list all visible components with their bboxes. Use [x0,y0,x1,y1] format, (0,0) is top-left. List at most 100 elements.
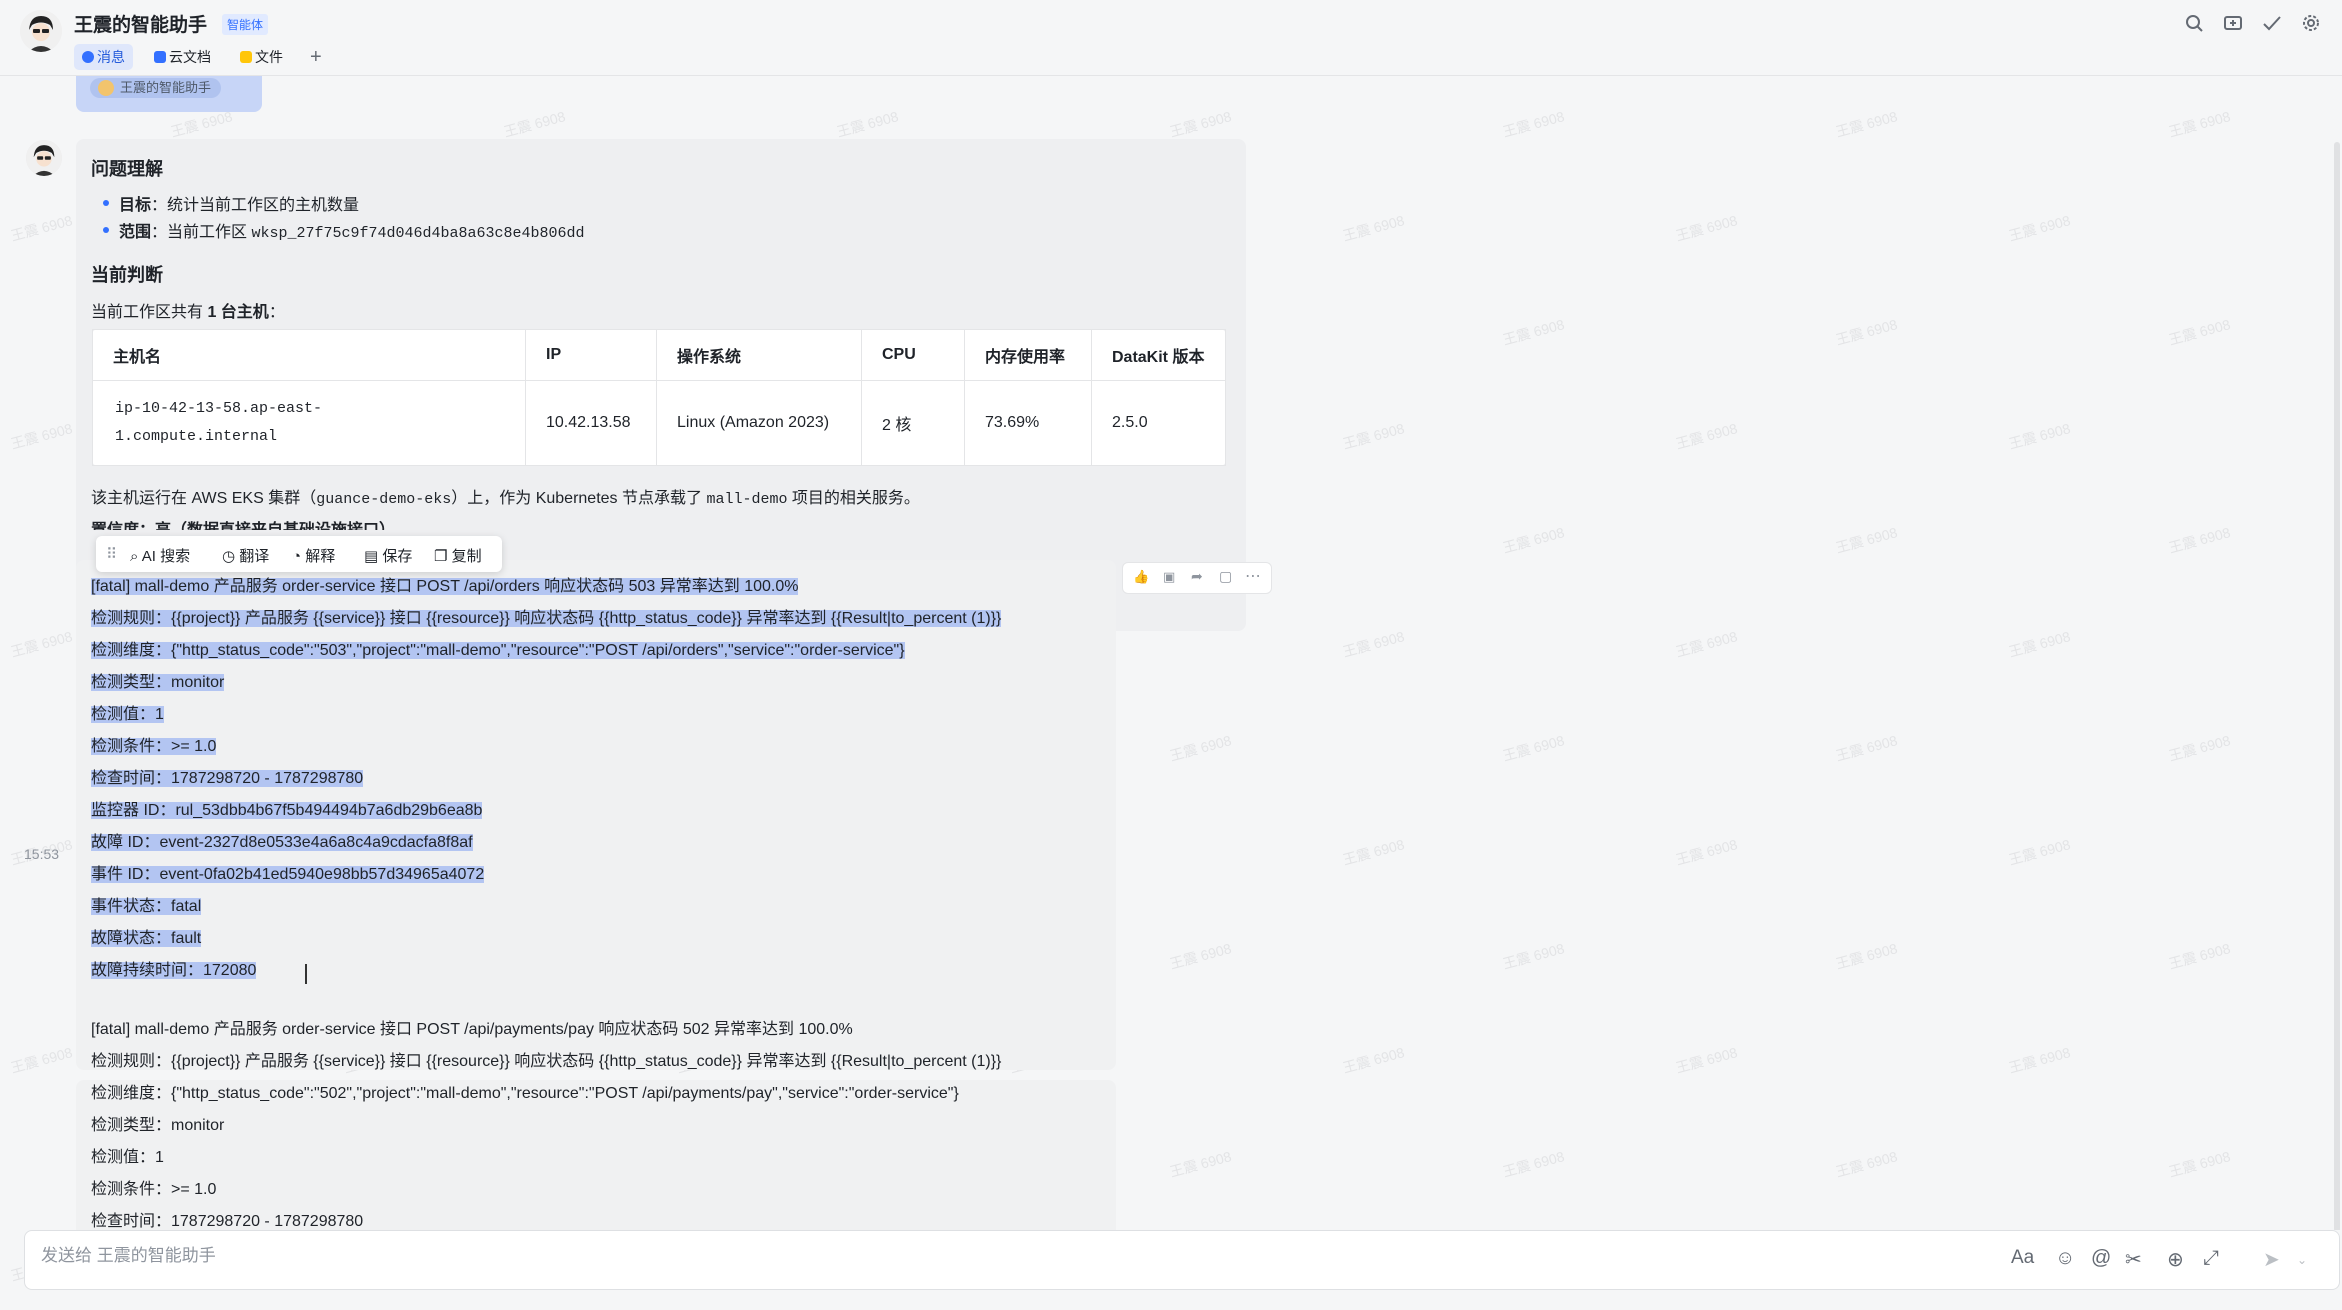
alert-line: 事件 ID：event-0fa02b41ed5940e98bb57d34965a… [91,860,485,884]
alert-line-text: 监控器 ID：rul_53dbb4b67f5b494494b7a6db29b6e… [91,802,483,819]
tab-label: 云文档 [169,49,211,65]
ai-search-button[interactable]: ⌕ AI 搜索 [130,545,190,566]
bullet-separator: ： [151,197,168,214]
summary-suffix: ： [268,304,285,321]
host-note: 该主机运行在 AWS EKS 集群（guance-demo-eks）上，作为 K… [91,484,920,508]
bullet-dot [103,200,109,206]
bullet-dot [103,227,109,233]
alert-line-text: 事件 ID：event-0fa02b41ed5940e98bb57d34965a… [91,866,485,883]
alert-line: 检测条件：>= 1.0 [91,1175,216,1199]
alert-line-text: 检测规则：{{project}} 产品服务 {{service}} 接口 {{r… [91,610,1002,627]
bot-mini-icon [98,80,114,96]
message-input[interactable] [39,1245,1243,1267]
chat-header: 王震的智能助手 智能体 消息 云文档 文件 + [0,0,2342,76]
alert-line-text: 故障 ID：event-2327d8e0533e4a6a8c4a9cdacfa8… [91,834,473,851]
alert-line: 检测类型：monitor [91,668,225,692]
search-icon: ⌕ [130,548,139,565]
tab-files[interactable]: 文件 [232,44,291,70]
forward-icon[interactable]: ➦ [1191,568,1203,585]
add-tab-button[interactable]: + [302,44,330,70]
alert-line-text: 检测值：1 [91,1149,164,1166]
bullet-label: 目标 [119,197,152,214]
alert-line: 事件状态：fatal [91,892,202,916]
alert-line-text: 检测维度：{"http_status_code":"502","project"… [91,1085,959,1102]
settings-gear-icon[interactable] [2300,12,2322,34]
alert-line: 检查时间：1787298720 - 1787298780 [91,1207,363,1230]
alert-line-text: 检测维度：{"http_status_code":"503","project"… [91,642,905,659]
bullet-separator: ： [151,224,168,241]
mention-chip[interactable]: 王震的智能助手 [90,78,222,98]
alert-line: 检测规则：{{project}} 产品服务 {{service}} 接口 {{r… [91,1047,1001,1071]
copy-button[interactable]: ❐ 复制 [434,545,482,566]
os-cell: Linux (Amazon 2023) [656,380,862,466]
add-plus-icon[interactable]: ⊕ [2167,1247,2184,1272]
message-composer: Aa ☺ @ ✂ ⊕ ⤢ ➤ ⌄ [24,1230,2340,1290]
ip-cell: 10.42.13.58 [525,380,657,466]
chevron-down-icon[interactable]: ⌄ [2297,1253,2307,1267]
save-icon: ▤ [364,548,379,565]
project-code: mall-demo [706,491,788,508]
alert-line-text: 检测条件：>= 1.0 [91,738,217,755]
alert-line: 检测类型：monitor [91,1111,224,1135]
alert-line: [fatal] mall-demo 产品服务 order-service 接口 … [91,572,799,596]
explain-button[interactable]: ◔ 解释 [292,545,335,566]
table-header-cell: CPU [861,329,965,381]
new-chat-icon[interactable] [2222,12,2244,34]
folder-icon [240,51,252,63]
more-icon[interactable]: ⋯ [1245,566,1261,586]
bullet-goal: 目标：统计当前工作区的主机数量 [119,191,359,215]
save-button[interactable]: ▤ 保存 [364,545,412,566]
bot-avatar[interactable] [20,10,62,52]
scissors-icon[interactable]: ✂ [2125,1247,2142,1272]
table-header-cell: DataKit 版本 [1091,329,1226,381]
emoji-icon[interactable]: ☺ [2055,1247,2075,1270]
note-text: 该主机运行在 AWS EKS 集群（ [91,490,317,507]
message-list[interactable]: 王震的智能助手 问题理解 目标：统计当前工作区的主机数量 范围：当前工作区 wk… [0,76,2342,1230]
mention-at-icon[interactable]: @ [2091,1247,2111,1270]
mention-label: 王震的智能助手 [120,80,212,95]
message-actions: 👍 ▣ ➦ ▢ ⋯ [1122,562,1272,594]
table-header-cell: 主机名 [92,329,526,381]
search-icon[interactable] [2183,12,2205,34]
expand-icon[interactable]: ⤢ [2203,1247,2219,1270]
alert-line: 检测值：1 [91,1143,164,1167]
message-timestamp: 15:53 [24,846,60,862]
tab-label: 消息 [97,49,125,65]
translate-button[interactable]: ◷ 翻译 [222,545,269,566]
alert-line-text: 故障持续时间：172080 [91,962,257,979]
alert-line: 故障 ID：event-2327d8e0533e4a6a8c4a9cdacfa8… [91,828,473,852]
alert-line-text: [fatal] mall-demo 产品服务 order-service 接口 … [91,578,799,595]
tab-cloud-docs[interactable]: 云文档 [146,44,219,70]
bullet-scope: 范围：当前工作区 wksp_27f75c9f74d046d4ba8a63c8e4… [119,218,585,242]
cpu-cell: 2 核 [861,380,965,466]
bullet-text: 当前工作区 [167,224,252,241]
thumbs-up-icon[interactable]: 👍 [1133,569,1149,585]
scrollbar[interactable] [2334,142,2340,1230]
font-format-button[interactable]: Aa [2011,1247,2034,1269]
summary-prefix: 当前工作区共有 [91,304,208,321]
ai-avatar[interactable] [26,140,62,176]
section-title-understanding: 问题理解 [91,159,163,179]
text-cursor [305,964,307,984]
mem-cell: 73.69% [964,380,1092,466]
alert-line: 故障持续时间：172080 [91,956,257,980]
comment-icon[interactable]: ▣ [1163,569,1175,585]
alert-line-text: 检测值：1 [91,706,164,723]
host-summary: 当前工作区共有 1 台主机： [91,298,285,322]
alert-line-text: 检测类型：monitor [91,1117,225,1134]
drag-handle-icon[interactable]: ⠿ [106,545,117,563]
translate-icon: ◷ [222,548,236,565]
tab-messages[interactable]: 消息 [74,44,133,70]
explain-icon: ◔ [292,548,302,565]
bot-badge: 智能体 [222,14,269,35]
pin-icon[interactable]: ▢ [1219,568,1232,585]
button-label: 翻译 [239,548,270,565]
button-label: 复制 [451,548,482,565]
bullet-text: 统计当前工作区的主机数量 [167,197,360,214]
send-icon[interactable]: ➤ [2263,1247,2280,1272]
alert-line-text: [fatal] mall-demo 产品服务 order-service 接口 … [91,1021,853,1038]
table-header-cell: IP [525,329,657,381]
task-check-icon[interactable] [2261,12,2283,34]
button-label: 解释 [305,548,336,565]
message-icon [82,51,94,63]
